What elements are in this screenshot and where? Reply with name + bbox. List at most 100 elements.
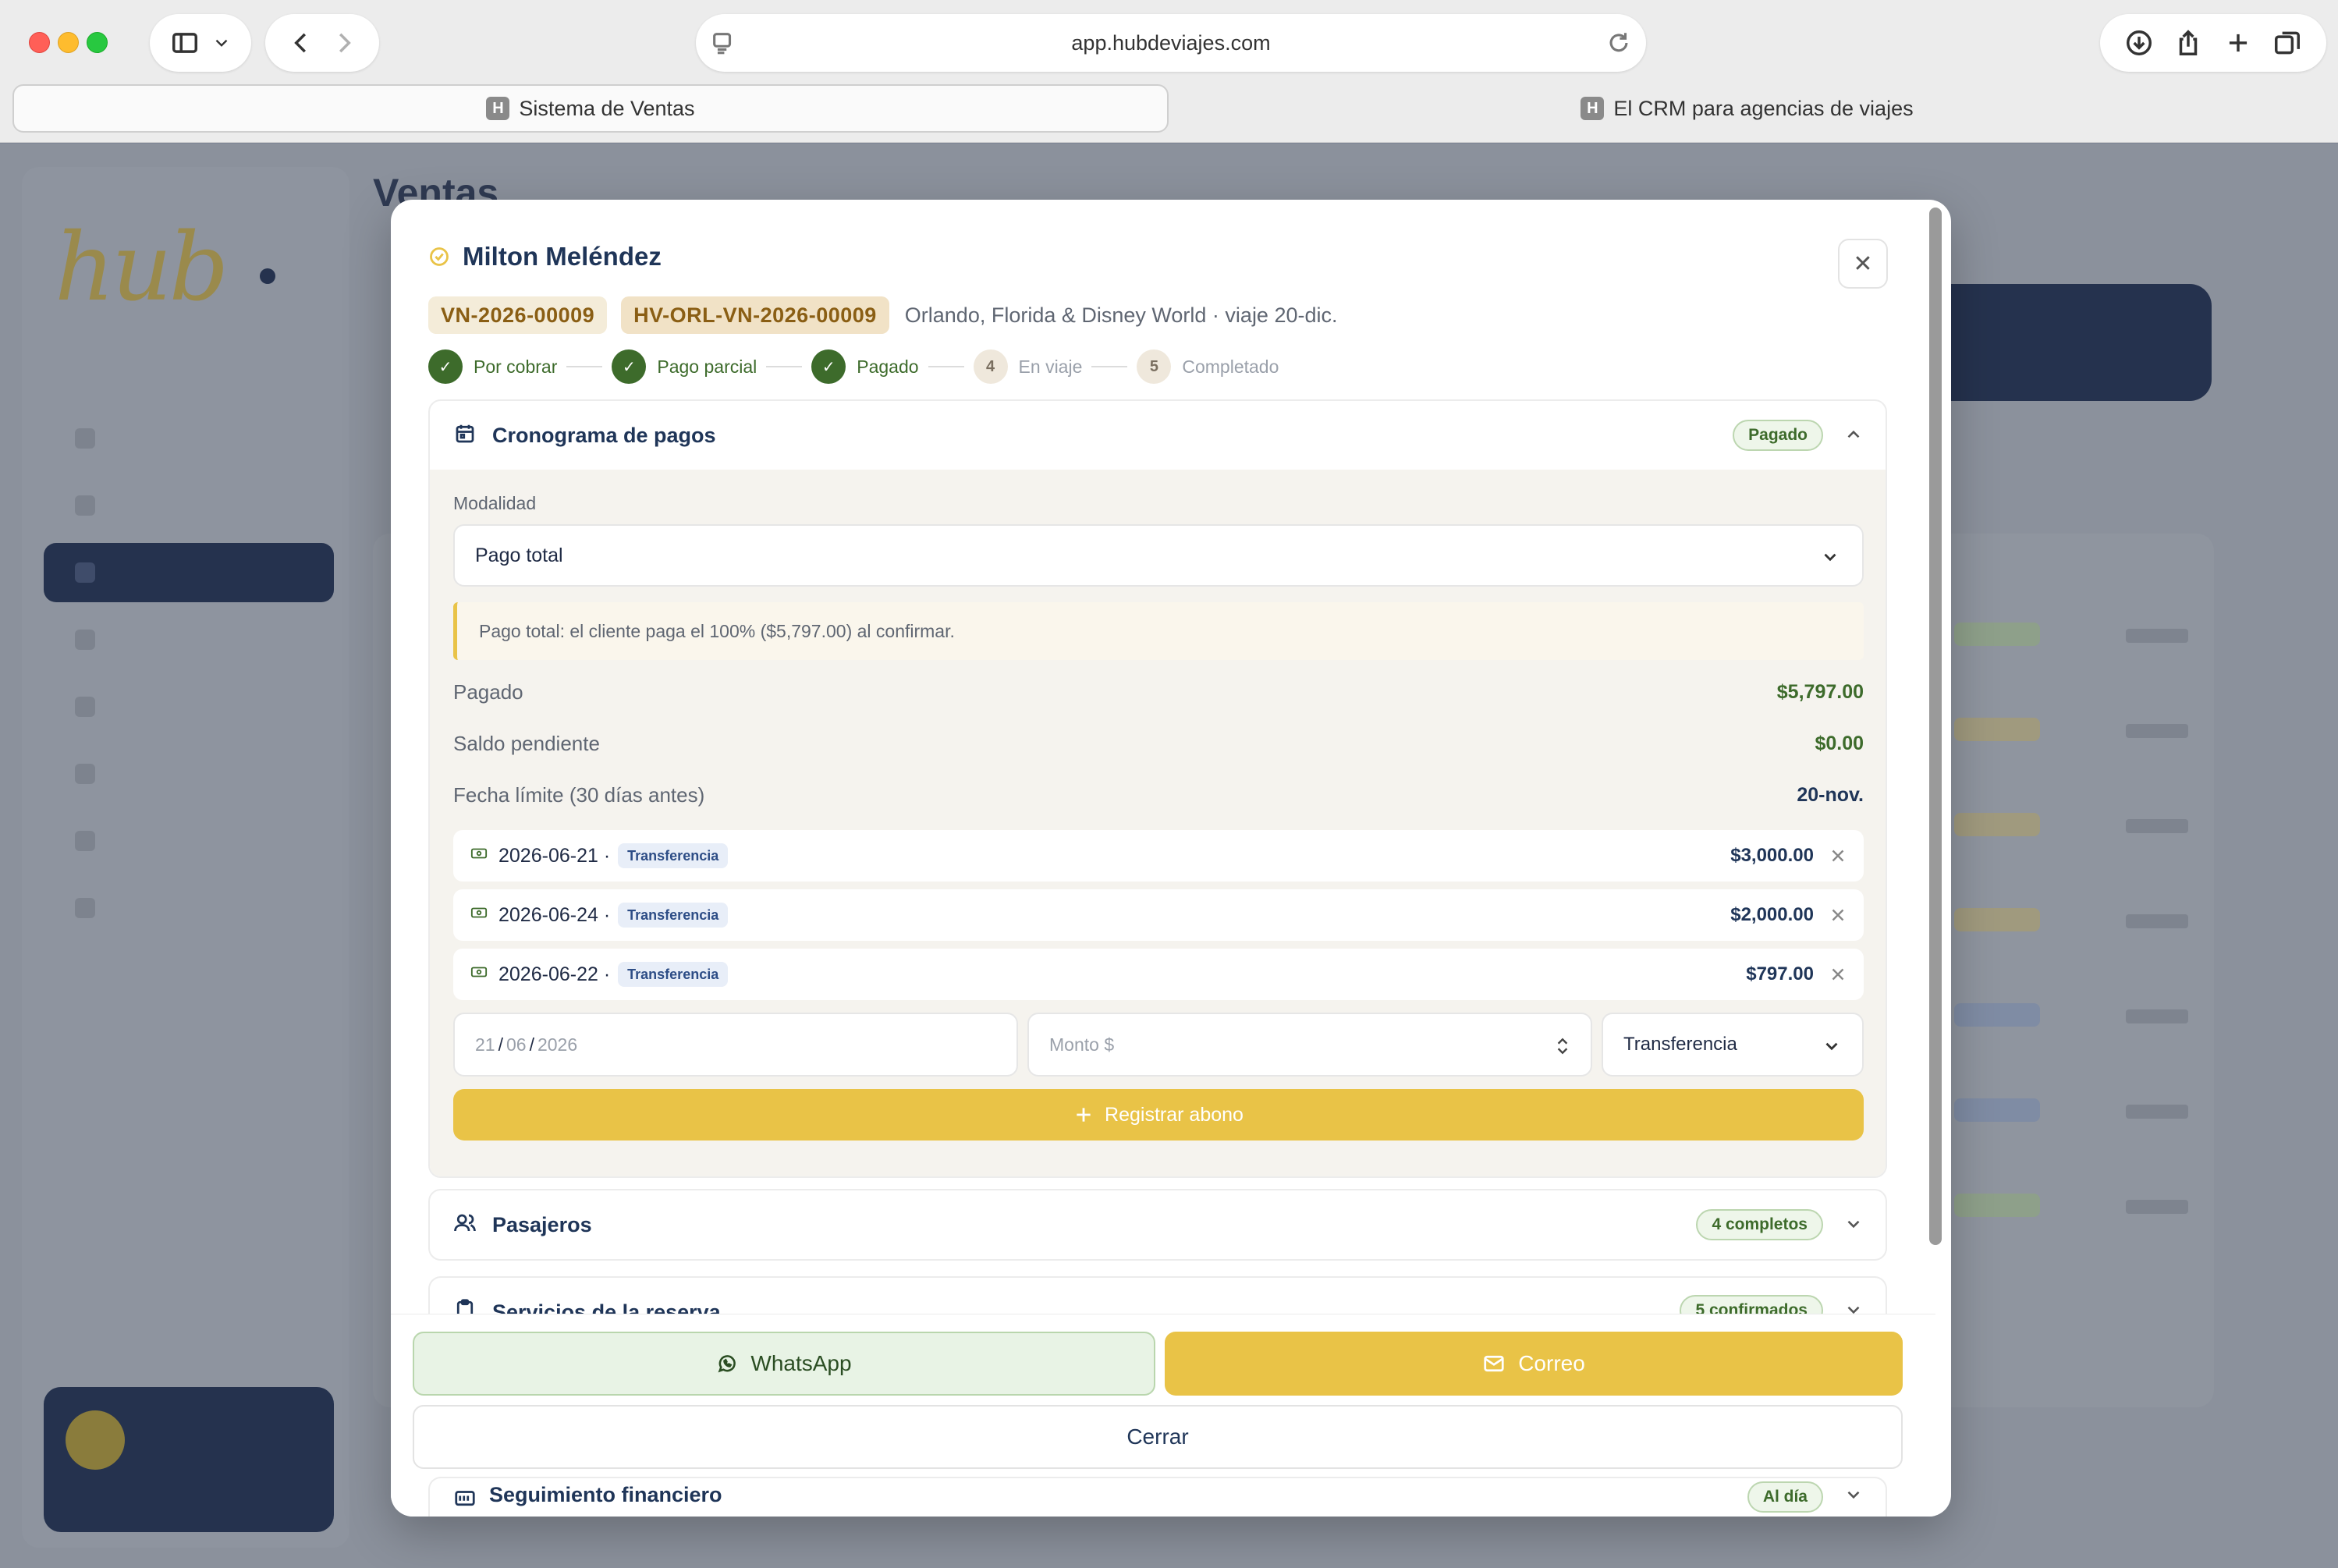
passengers-section: Pasajeros 4 completos — [428, 1189, 1887, 1261]
date-day: 21 — [475, 1034, 495, 1055]
cash-icon — [470, 845, 488, 867]
nav-icon — [75, 630, 95, 650]
remove-payment-icon[interactable] — [1828, 905, 1848, 925]
date-year: 2026 — [537, 1034, 578, 1055]
sale-detail-modal: Milton Meléndez ✕ VN-2026-00009 HV-ORL-V… — [391, 200, 1951, 1517]
close-button[interactable]: Cerrar — [413, 1405, 1903, 1469]
booking-code: HV-ORL-VN-2026-00009 — [621, 296, 889, 334]
url-text: app.hubdeviajes.com — [1071, 31, 1271, 55]
status-badge — [1954, 1194, 2040, 1217]
sidebar-item[interactable] — [44, 677, 334, 736]
sidebar-icon[interactable] — [170, 28, 200, 58]
payment-method-badge: Transferencia — [618, 903, 729, 928]
deadline-value: 20-nov. — [1797, 784, 1864, 806]
check-icon: ✓ — [612, 349, 647, 384]
status-badge — [1954, 1098, 2040, 1122]
chevron-down-icon[interactable] — [1843, 1485, 1864, 1505]
payment-date-input[interactable]: 21/06/2026 — [453, 1013, 1018, 1077]
whatsapp-button[interactable]: WhatsApp — [413, 1332, 1155, 1396]
step-connector — [928, 366, 964, 367]
modal-scrollbar[interactable] — [1929, 208, 1942, 1245]
sale-codes: VN-2026-00009 HV-ORL-VN-2026-00009 Orlan… — [428, 296, 1338, 334]
check-icon: ✓ — [811, 349, 846, 384]
chevron-up-icon[interactable] — [1843, 424, 1864, 445]
history-nav-group — [265, 14, 379, 72]
plus-icon — [1077, 1108, 1091, 1122]
payment-date: 2026-06-21 · — [498, 844, 611, 867]
back-icon[interactable] — [286, 28, 316, 58]
sidebar-item[interactable] — [44, 811, 334, 871]
register-payment-label: Registrar abono — [1105, 1103, 1244, 1126]
step-connector — [1091, 366, 1128, 367]
window-close-button[interactable] — [29, 32, 50, 53]
section-title: Cronograma de pagos — [492, 423, 716, 447]
reload-icon[interactable] — [1605, 30, 1632, 56]
forward-icon[interactable] — [329, 28, 359, 58]
payment-schedule-body: Modalidad Pago total Pago total: el clie… — [430, 470, 1886, 1176]
payment-method-badge: Transferencia — [618, 843, 729, 868]
email-button[interactable]: Correo — [1165, 1332, 1903, 1396]
tab-overview-icon[interactable] — [2272, 28, 2302, 58]
browser-chrome: app.hubdeviajes.com H Sistema de Ventas … — [0, 0, 2338, 143]
mail-icon — [1484, 1355, 1504, 1372]
step-label: Completado — [1182, 356, 1279, 377]
register-payment-button[interactable]: Registrar abono — [453, 1089, 1864, 1141]
modality-select[interactable]: Pago total — [453, 524, 1864, 587]
remove-payment-icon[interactable] — [1828, 964, 1848, 984]
tab-sistema-de-ventas[interactable]: H Sistema de Ventas — [12, 84, 1169, 133]
chevron-down-icon[interactable] — [1843, 1214, 1864, 1234]
sidebar-item[interactable] — [44, 610, 334, 669]
step-pago-parcial: ✓ Pago parcial — [612, 349, 757, 384]
tab-label: Sistema de Ventas — [519, 96, 695, 120]
payment-schedule-header[interactable]: Cronograma de pagos Pagado — [430, 401, 1886, 470]
paid-value: $5,797.00 — [1776, 681, 1864, 703]
nav-icon — [75, 495, 95, 516]
sale-code: VN-2026-00009 — [428, 296, 608, 334]
sidebar-item-ventas[interactable] — [44, 543, 334, 602]
tab-strip: H Sistema de Ventas H El CRM para agenci… — [12, 84, 2326, 133]
row-text — [2126, 914, 2188, 928]
status-badge — [1954, 908, 2040, 931]
sidebar-toggle-group[interactable] — [150, 14, 251, 72]
balance-label: Saldo pendiente — [453, 732, 600, 755]
step-label: En viaje — [1018, 356, 1083, 377]
user-card[interactable] — [44, 1387, 334, 1532]
payment-schedule-section: Cronograma de pagos Pagado Modalidad Pag… — [428, 399, 1887, 1178]
sidebar-item[interactable] — [44, 878, 334, 938]
share-icon[interactable] — [2173, 28, 2203, 58]
deadline-row: Fecha límite (30 días antes) 20-nov. — [453, 783, 1864, 807]
modality-label: Modalidad — [453, 493, 537, 513]
row-text — [2126, 629, 2188, 643]
window-minimize-button[interactable] — [58, 32, 79, 53]
new-tab-icon[interactable] — [2223, 28, 2253, 58]
chevron-down-icon[interactable] — [211, 33, 232, 53]
stepper-icon[interactable] — [1555, 1036, 1570, 1056]
status-badge — [1954, 813, 2040, 836]
modal-header: Milton Meléndez — [428, 242, 662, 271]
tab-crm[interactable]: H El CRM para agencias de viajes — [1169, 84, 2326, 133]
toolbar-actions — [2100, 14, 2326, 72]
address-bar[interactable]: app.hubdeviajes.com — [696, 14, 1646, 72]
status-stepper: ✓ Por cobrar ✓ Pago parcial ✓ Pagado 4 E… — [428, 349, 1279, 384]
amount-input[interactable]: Monto $ — [1027, 1013, 1592, 1077]
passengers-header[interactable]: Pasajeros 4 completos — [430, 1190, 1886, 1259]
nav-icon — [75, 697, 95, 717]
logo-dot — [260, 268, 275, 284]
sidebar-item[interactable] — [44, 476, 334, 535]
download-icon[interactable] — [2124, 28, 2154, 58]
window-zoom-button[interactable] — [87, 32, 108, 53]
sidebar-item[interactable] — [44, 409, 334, 468]
sidebar-item[interactable] — [44, 744, 334, 804]
payment-method-select[interactable]: Transferencia — [1602, 1013, 1864, 1077]
step-label: Por cobrar — [474, 356, 558, 377]
close-icon[interactable]: ✕ — [1838, 239, 1888, 289]
remove-payment-icon[interactable] — [1828, 846, 1848, 866]
row-text — [2126, 1009, 2188, 1023]
cash-icon — [470, 963, 488, 986]
trip-description: Orlando, Florida & Disney World · viaje … — [904, 303, 1338, 327]
whatsapp-label: WhatsApp — [750, 1351, 852, 1375]
tab-favicon: H — [486, 97, 510, 120]
finance-section[interactable]: Seguimiento financiero Al día — [428, 1477, 1887, 1517]
date-separator: / — [498, 1034, 503, 1055]
step-completado: 5 Completado — [1137, 349, 1279, 384]
